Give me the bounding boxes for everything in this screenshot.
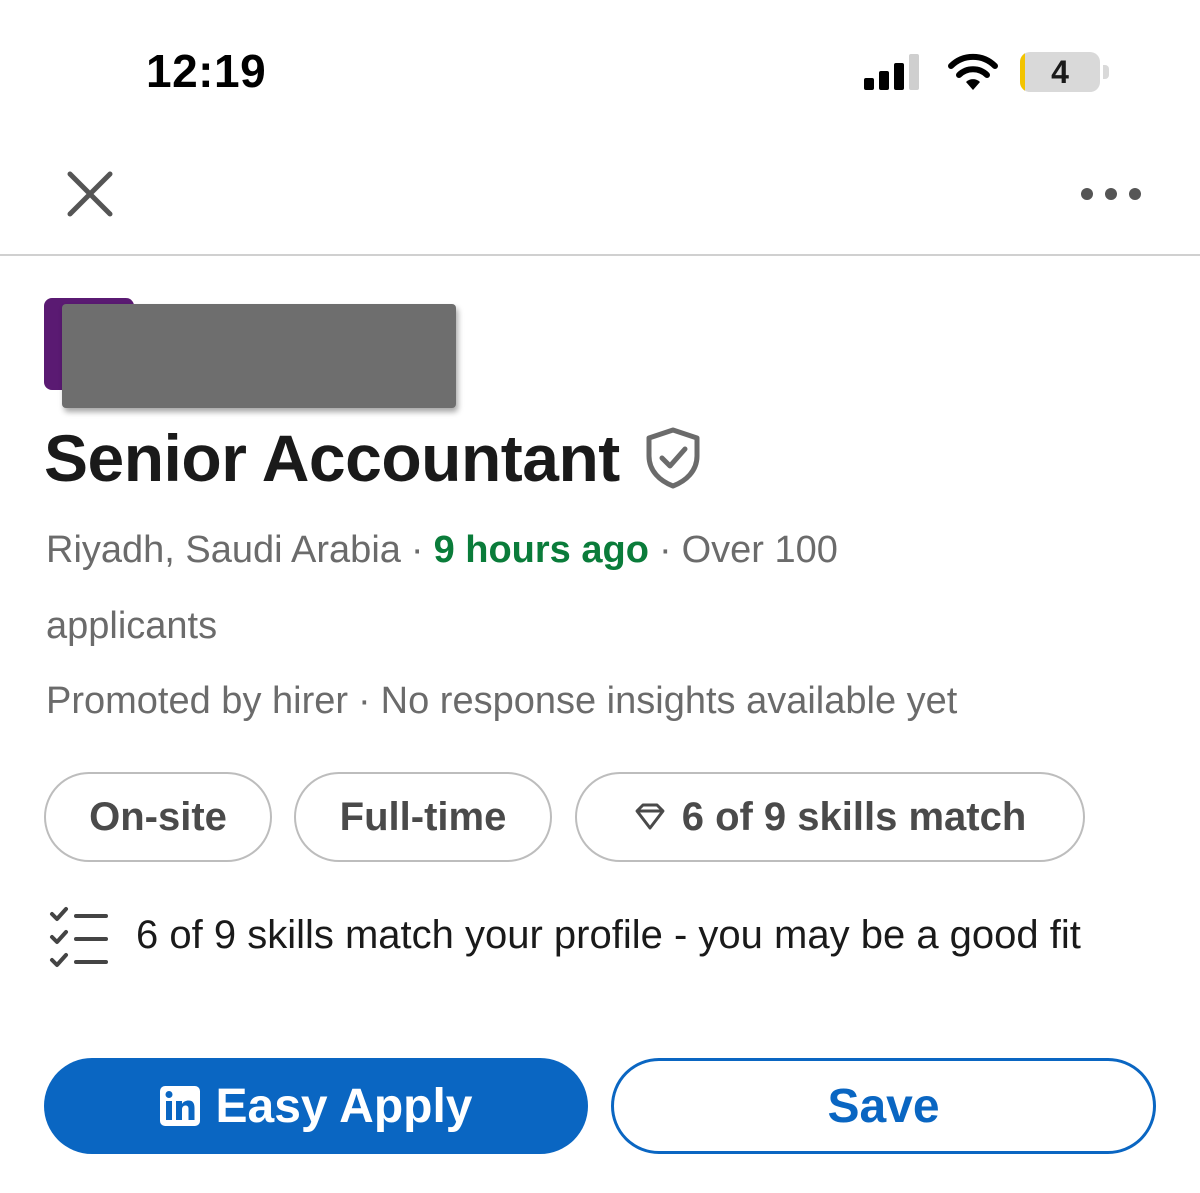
skills-match-pill[interactable]: 6 of 9 skills match	[575, 772, 1085, 862]
separator-dot: ·	[358, 680, 371, 722]
separator-dot: ·	[410, 529, 424, 571]
hirer-meta-line: Promoted by hirer · No response insights a…	[46, 678, 957, 724]
promoted-by-hirer: Promoted by hirer	[46, 680, 349, 722]
save-label: Save	[827, 1079, 940, 1133]
applicant-count: Over 100	[681, 529, 838, 571]
workplace-type-pill[interactable]: On-site	[44, 772, 272, 862]
diamond-icon	[635, 803, 665, 830]
battery-cap	[1103, 65, 1109, 79]
status-time: 12:19	[146, 45, 267, 97]
skills-match-label: 6 of 9 skills match	[681, 794, 1027, 839]
battery-percentage: 4	[1051, 54, 1069, 90]
posted-time: 9 hours ago	[433, 529, 649, 571]
checklist-icon	[50, 907, 108, 967]
easy-apply-button[interactable]: Easy Apply	[44, 1058, 588, 1154]
save-button[interactable]: Save	[611, 1058, 1156, 1154]
more-horizontal-icon[interactable]	[1076, 174, 1146, 214]
battery-body: 4	[1020, 52, 1100, 92]
job-meta-line: Riyadh, Saudi Arabia · 9 hours ago · Over 10…	[46, 527, 838, 573]
applicant-count-continued: applicants	[46, 605, 218, 647]
battery-indicator: 4	[1020, 52, 1110, 92]
separator-dot: ·	[658, 529, 672, 571]
skills-insight-text: 6 of 9 skills match your profile - you m…	[136, 913, 1081, 957]
company-name-redacted	[62, 304, 456, 408]
cellular-signal-icon	[864, 54, 919, 90]
job-title: Senior Accountant	[44, 421, 620, 495]
response-insights: No response insights available yet	[380, 680, 958, 722]
workplace-type-label: On-site	[89, 794, 227, 839]
job-title-row: Senior Accountant	[44, 418, 702, 498]
status-bar: 12:19 4	[0, 0, 1200, 140]
linkedin-icon	[159, 1086, 200, 1126]
wifi-icon	[948, 53, 998, 90]
shield-check-icon[interactable]	[644, 427, 702, 489]
job-type-label: Full-time	[339, 794, 507, 839]
job-type-pill[interactable]: Full-time	[294, 772, 552, 862]
close-icon[interactable]	[60, 164, 120, 224]
job-location: Riyadh, Saudi Arabia	[46, 529, 401, 571]
easy-apply-label: Easy Apply	[215, 1079, 473, 1133]
top-nav	[0, 140, 1200, 256]
